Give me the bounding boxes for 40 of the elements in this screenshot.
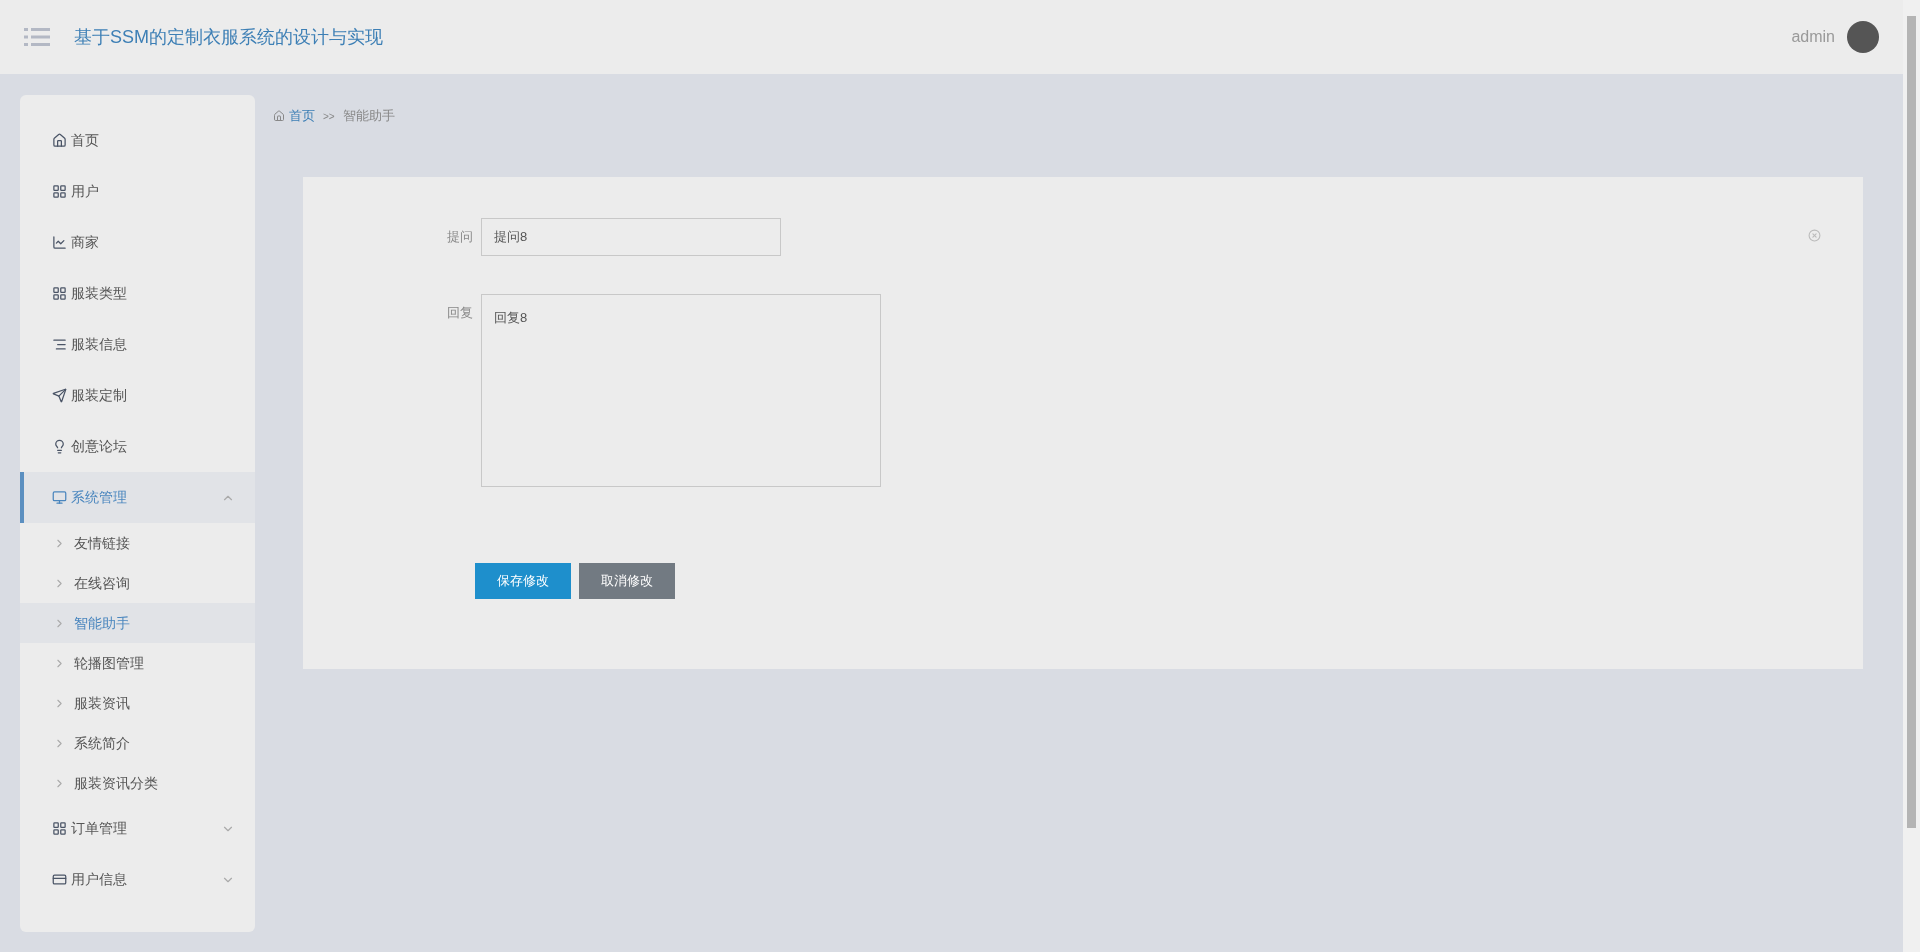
grid-icon <box>52 184 67 199</box>
cancel-button[interactable]: 取消修改 <box>579 563 675 599</box>
home-icon <box>52 133 67 148</box>
reply-textarea[interactable]: 回复8 <box>481 294 881 487</box>
submenu-item[interactable]: 在线咨询 <box>20 563 255 603</box>
sidebar-item[interactable]: 创意论坛 <box>20 421 255 472</box>
submenu-item[interactable]: 系统简介 <box>20 723 255 763</box>
sidebar-item[interactable]: 服装类型 <box>20 268 255 319</box>
list-icon <box>52 337 67 352</box>
breadcrumb-current: 智能助手 <box>342 107 395 126</box>
sidebar-item[interactable]: 首页 <box>20 115 255 166</box>
sidebar-item[interactable]: 服装定制 <box>20 370 255 421</box>
sidebar-item[interactable]: 用户信息 <box>20 854 255 905</box>
close-icon[interactable] <box>1808 229 1821 242</box>
sidebar-item[interactable]: 订单管理 <box>20 803 255 854</box>
save-button[interactable]: 保存修改 <box>475 563 571 599</box>
question-input[interactable]: 提问8 <box>481 218 781 256</box>
submenu-item[interactable]: 轮播图管理 <box>20 643 255 683</box>
field-label: 回复 <box>446 304 473 322</box>
submenu-item[interactable]: 服装资讯 <box>20 683 255 723</box>
monitor-icon <box>52 490 67 505</box>
submenu-item[interactable]: 友情链接 <box>20 523 255 563</box>
menu-icon[interactable] <box>24 27 50 47</box>
grid-icon <box>52 286 67 301</box>
field-label: 提问 <box>446 228 473 246</box>
app-title: 基于SSM的定制衣服系统的设计与实现 <box>74 25 383 49</box>
sidebar-item[interactable]: 商家 <box>20 217 255 268</box>
scrollbar[interactable] <box>1903 0 1920 952</box>
paper-plane-icon <box>52 388 67 403</box>
avatar[interactable] <box>1847 21 1879 53</box>
lightbulb-icon <box>52 439 67 454</box>
chart-icon <box>52 235 67 250</box>
home-icon <box>273 110 285 122</box>
sidebar-item[interactable]: 用户 <box>20 166 255 217</box>
submenu-item[interactable]: 服装资讯分类 <box>20 763 255 803</box>
breadcrumb-separator: >> <box>323 109 335 124</box>
card-icon <box>52 872 67 887</box>
username: admin <box>1791 27 1835 47</box>
sidebar-item[interactable]: 服装信息 <box>20 319 255 370</box>
grid-icon <box>52 821 67 836</box>
